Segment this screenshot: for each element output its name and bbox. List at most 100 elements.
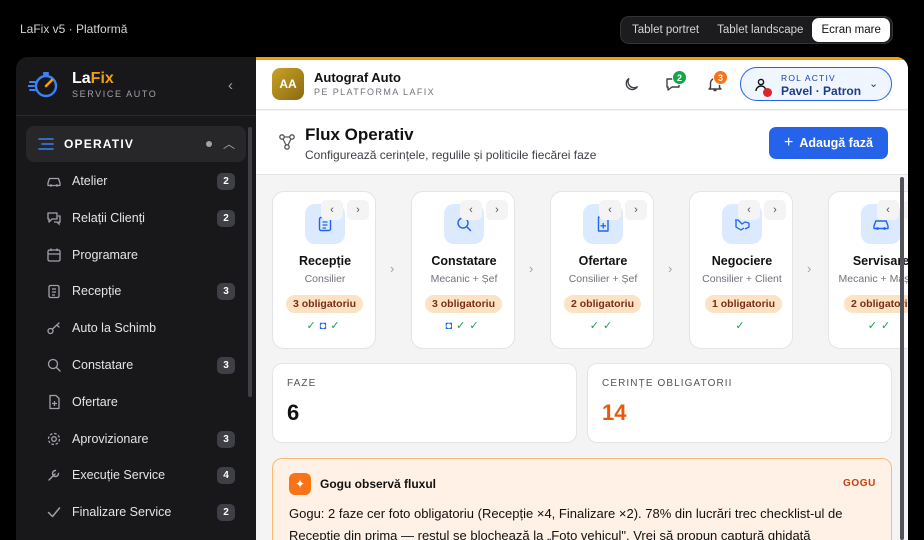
phase-role: Mecanic + Șef	[430, 273, 498, 285]
sidebar-item-label: Auto la Schimb	[72, 321, 157, 336]
sidebar-item-label: Constatare	[72, 357, 134, 372]
phase-card-negociere[interactable]: ‹ › Negociere Consilier + Client 1 oblig…	[689, 191, 793, 349]
sidebar-items: Atelier 2 Relații Clienți 2 Programare R…	[26, 163, 246, 531]
sidebar-item-label: Finalizare Service	[72, 505, 172, 520]
flow-icon	[279, 134, 295, 150]
phase-role: Consilier + Client	[702, 273, 782, 285]
top-bar: LaFix v5 · Platformă Tablet portret Tabl…	[0, 0, 924, 57]
required-badge: 2 obligatoriu	[564, 295, 641, 313]
key-icon	[47, 322, 60, 335]
required-badge: 2 obligatoriu	[844, 295, 908, 313]
sidebar-item-label: Aprovizionare	[72, 431, 149, 446]
stat-value: 6	[287, 400, 300, 425]
required-badge: 1 obligatoriu	[705, 295, 782, 313]
move-left-button[interactable]: ‹	[599, 200, 621, 220]
move-right-button[interactable]: ›	[625, 200, 647, 220]
add-phase-button[interactable]: + Adaugă fază	[769, 127, 888, 159]
sidebar-item-executie-service[interactable]: Execuție Service 4	[26, 457, 246, 494]
move-right-button[interactable]: ›	[764, 200, 786, 220]
phase-name: Recepție	[298, 254, 352, 268]
sidebar-item-receptie[interactable]: Recepție 3	[26, 273, 246, 310]
content-area: ‹ › Recepție Consilier 3 obligatoriu ✓◘✓…	[256, 175, 908, 540]
role-label: ROL ACTIV	[781, 73, 836, 83]
requirement-icons: ✓	[735, 320, 749, 332]
role-selector[interactable]: ROL ACTIV Pavel · Patron ⌄	[740, 67, 892, 101]
workspace-subtitle: PE PLATFORMA LAFIX	[314, 87, 436, 97]
sidebar-item-aprovizionare[interactable]: Aprovizionare 3	[26, 421, 246, 458]
view-switch: Tablet portret Tablet landscape Ecran ma…	[620, 16, 893, 44]
view-tablet-portrait-button[interactable]: Tablet portret	[623, 18, 708, 42]
sidebar-group-operativ[interactable]: OPERATIV ︿	[26, 126, 246, 162]
phase-name: Constatare	[431, 254, 497, 268]
sidebar-item-atelier[interactable]: Atelier 2	[26, 163, 246, 200]
chevron-right-icon: ›	[807, 261, 812, 276]
brand-name: LaFix	[72, 70, 114, 87]
count-badge: 3	[217, 430, 235, 448]
calendar-icon	[47, 248, 61, 262]
workspace-avatar[interactable]: AA	[272, 68, 304, 100]
phase-card-receptie[interactable]: ‹ › Recepție Consilier 3 obligatoriu ✓◘✓	[272, 191, 376, 349]
status-dot	[206, 141, 212, 147]
workspace-name: Autograf Auto	[314, 70, 401, 85]
sidebar-item-constatare[interactable]: Constatare 3	[26, 347, 246, 384]
sidebar-item-label: Atelier	[72, 174, 108, 188]
chat-icon	[47, 212, 61, 226]
brand: LaFix SERVICE AUTO ‹	[28, 69, 248, 103]
move-left-button[interactable]: ‹	[877, 200, 899, 220]
stat-label: CERINȚE OBLIGATORII	[602, 378, 733, 389]
chevron-right-icon: ›	[668, 261, 673, 276]
sidebar-item-relatii-clienti[interactable]: Relații Clienți 2	[26, 200, 246, 237]
phase-card-servisare[interactable]: ‹ › Servisare Mecanic + Mașină 2 obligat…	[828, 191, 908, 349]
sidebar-item-label: Relații Clienți	[72, 210, 145, 225]
sidebar-item-programare[interactable]: Programare	[26, 237, 246, 274]
reorder-arrows: ‹ ›	[460, 200, 508, 220]
phase-role: Consilier	[304, 273, 346, 285]
main-scrollbar[interactable]	[900, 177, 904, 540]
move-left-button[interactable]: ‹	[738, 200, 760, 220]
sidebar-scrollbar[interactable]	[248, 127, 252, 397]
scrollbar-thumb[interactable]	[900, 177, 904, 540]
requirement-icons: ✓✓	[867, 320, 895, 332]
sidebar-group-label: OPERATIV	[64, 137, 135, 151]
brand-subtitle: SERVICE AUTO	[72, 89, 158, 99]
phase-role: Consilier + Șef	[568, 273, 638, 285]
move-left-button[interactable]: ‹	[321, 200, 343, 220]
chevron-left-icon[interactable]: ‹	[228, 77, 233, 94]
moon-icon[interactable]	[623, 75, 641, 93]
phase-role: Mecanic + Mașină	[838, 273, 908, 285]
phase-card-ofertare[interactable]: ‹ › Ofertare Consilier + Șef 2 obligator…	[550, 191, 654, 349]
gogu-title: Gogu observă fluxul	[320, 477, 437, 491]
phase-name: Negociere	[711, 254, 773, 268]
view-tablet-landscape-button[interactable]: Tablet landscape	[708, 18, 812, 42]
document-plus-icon	[49, 394, 60, 409]
sidebar-item-label: Programare	[72, 247, 138, 262]
count-badge: 2	[217, 173, 235, 190]
view-large-screen-button[interactable]: Ecran mare	[812, 18, 890, 42]
count-badge: 2	[217, 504, 235, 522]
move-right-button[interactable]: ›	[347, 200, 369, 220]
main-panel: AA Autograf Auto PE PLATFORMA LAFIX 2 3 …	[256, 57, 908, 540]
chevron-right-icon: ›	[529, 261, 534, 276]
required-badge: 3 obligatoriu	[286, 295, 363, 313]
sidebar-item-auto-la-schimb[interactable]: Auto la Schimb	[26, 310, 246, 347]
sidebar: LaFix SERVICE AUTO ‹ OPERATIV ︿ Atelier …	[16, 57, 256, 540]
messages-count-badge: 2	[672, 70, 687, 85]
sidebar-item-ofertare[interactable]: Ofertare	[26, 384, 246, 421]
gear-icon	[47, 432, 61, 445]
move-right-button[interactable]: ›	[486, 200, 508, 220]
clipboard-icon	[48, 285, 60, 299]
sidebar-item-finalizare-service[interactable]: Finalizare Service 2	[26, 494, 246, 531]
sidebar-item-label: Ofertare	[72, 394, 118, 409]
count-badge: 2	[217, 209, 235, 227]
role-value: Pavel · Patron	[781, 84, 862, 98]
reorder-arrows: ‹ ›	[599, 200, 647, 220]
app-title: LaFix v5 · Platformă	[20, 22, 128, 36]
count-badge: 3	[217, 283, 235, 301]
camera-icon: ◘	[319, 320, 331, 332]
move-left-button[interactable]: ‹	[460, 200, 482, 220]
chevron-right-icon: ›	[390, 261, 395, 276]
page-description: Configurează cerințele, regulile și poli…	[305, 148, 597, 162]
count-badge: 3	[217, 356, 235, 374]
phase-name: Ofertare	[578, 254, 628, 268]
phase-card-constatare[interactable]: ‹ › Constatare Mecanic + Șef 3 obligator…	[411, 191, 515, 349]
